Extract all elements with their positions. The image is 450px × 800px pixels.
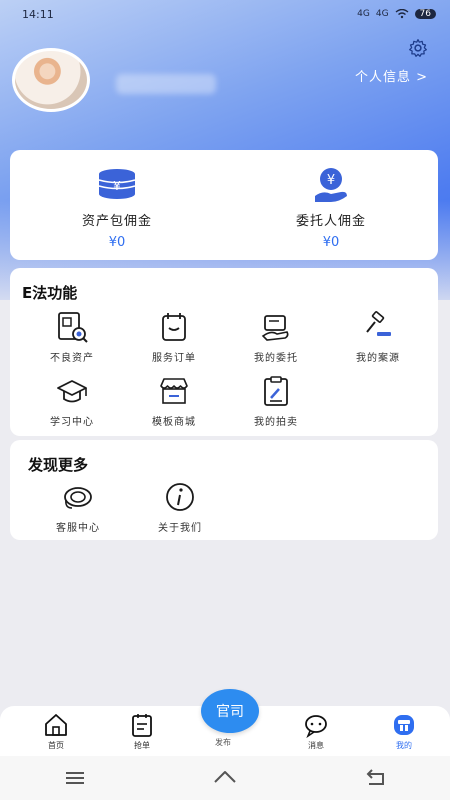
wallet-value: ¥0 bbox=[322, 235, 340, 250]
post-lawsuit-button[interactable]: 官司 bbox=[201, 689, 259, 733]
svg-text:¥: ¥ bbox=[113, 179, 121, 193]
tab-label: 消息 bbox=[308, 741, 324, 750]
grid-label: 客服中心 bbox=[56, 523, 100, 534]
fab-caption: 发布 bbox=[215, 738, 231, 747]
grid-label: 我的委托 bbox=[254, 353, 298, 364]
profile-info-link[interactable]: 个人信息 > bbox=[355, 66, 428, 85]
client-commission[interactable]: ¥ 委托人佣金 ¥0 bbox=[224, 150, 438, 260]
store-icon bbox=[160, 378, 188, 404]
wallet-label: 委托人佣金 bbox=[295, 214, 366, 229]
svg-text:¥: ¥ bbox=[327, 173, 335, 188]
menu-icon[interactable] bbox=[63, 768, 87, 788]
section-title: 发现更多 bbox=[28, 456, 89, 474]
chat-bubble-icon bbox=[305, 715, 327, 738]
info-icon bbox=[166, 483, 194, 511]
status-bar: 14:11 4G 4G 76 bbox=[0, 0, 450, 28]
grid-label: 我的案源 bbox=[356, 353, 400, 364]
signal-indicator-2: 4G bbox=[375, 9, 389, 19]
coin-stack-icon: ¥ bbox=[98, 169, 136, 199]
order-calendar-icon bbox=[162, 313, 186, 341]
auction-clipboard-icon bbox=[264, 376, 288, 406]
grid-item-learning-center[interactable]: 学习中心 bbox=[22, 374, 122, 428]
grid-item-my-auctions[interactable]: 我的拍卖 bbox=[226, 374, 326, 428]
grid-label: 不良资产 bbox=[50, 353, 94, 364]
tab-label: 首页 bbox=[48, 741, 64, 750]
discover-more-card: 发现更多 客服中心 关于我们 bbox=[10, 440, 438, 540]
efa-functions-card: E法功能 不良资产 服务订单 我的委托 我的案源 学习中心 模板商城 我的拍卖 bbox=[10, 268, 438, 436]
graduation-cap-icon bbox=[57, 380, 87, 403]
wallet-value: ¥0 bbox=[108, 235, 126, 250]
signal-indicator-1: 4G bbox=[357, 9, 370, 19]
grid-item-bad-assets[interactable]: 不良资产 bbox=[22, 310, 122, 364]
grid-item-about-us[interactable]: 关于我们 bbox=[130, 480, 230, 534]
grid-item-my-delegations[interactable]: 我的委托 bbox=[226, 310, 326, 364]
username-blurred bbox=[116, 74, 216, 94]
grid-item-customer-service[interactable]: 客服中心 bbox=[28, 480, 128, 534]
gavel-icon bbox=[366, 311, 391, 336]
section-title: E法功能 bbox=[22, 284, 78, 302]
grid-label: 模板商城 bbox=[152, 417, 196, 428]
tab-label: 抢单 bbox=[134, 741, 150, 750]
settings-gear-icon[interactable] bbox=[408, 38, 428, 58]
asset-commission[interactable]: ¥ 资产包佣金 ¥0 bbox=[10, 150, 224, 260]
status-time: 14:11 bbox=[22, 7, 54, 21]
grid-label: 我的拍卖 bbox=[254, 417, 298, 428]
tab-mine[interactable]: 我的 bbox=[374, 712, 434, 751]
yen-hand-icon: ¥ bbox=[315, 168, 347, 202]
grid-item-my-cases[interactable]: 我的案源 bbox=[328, 310, 428, 364]
home-nav-icon[interactable] bbox=[213, 768, 237, 788]
wallet-label: 资产包佣金 bbox=[81, 214, 152, 229]
order-list-icon bbox=[132, 714, 152, 737]
tab-label: 我的 bbox=[396, 741, 412, 750]
delegation-icon bbox=[261, 315, 289, 341]
commission-card: ¥ 资产包佣金 ¥0 ¥ 委托人佣金 ¥0 bbox=[10, 150, 438, 260]
wifi-icon bbox=[395, 9, 408, 19]
tab-messages[interactable]: 消息 bbox=[286, 712, 346, 751]
document-search-icon bbox=[58, 312, 88, 343]
grid-label: 学习中心 bbox=[50, 417, 94, 428]
tab-grab-orders[interactable]: 抢单 bbox=[112, 712, 172, 751]
battery-indicator: 76 bbox=[414, 9, 436, 19]
grid-label: 服务订单 bbox=[152, 353, 196, 364]
home-icon bbox=[45, 714, 67, 736]
grid-label: 关于我们 bbox=[158, 523, 202, 534]
headset-icon bbox=[64, 487, 92, 509]
back-icon[interactable] bbox=[363, 768, 387, 788]
tab-home[interactable]: 首页 bbox=[26, 712, 86, 751]
avatar[interactable] bbox=[12, 48, 90, 112]
profile-icon bbox=[394, 715, 414, 735]
grid-item-service-orders[interactable]: 服务订单 bbox=[124, 310, 224, 364]
system-nav-bar bbox=[0, 756, 450, 800]
grid-item-template-store[interactable]: 模板商城 bbox=[124, 374, 224, 428]
